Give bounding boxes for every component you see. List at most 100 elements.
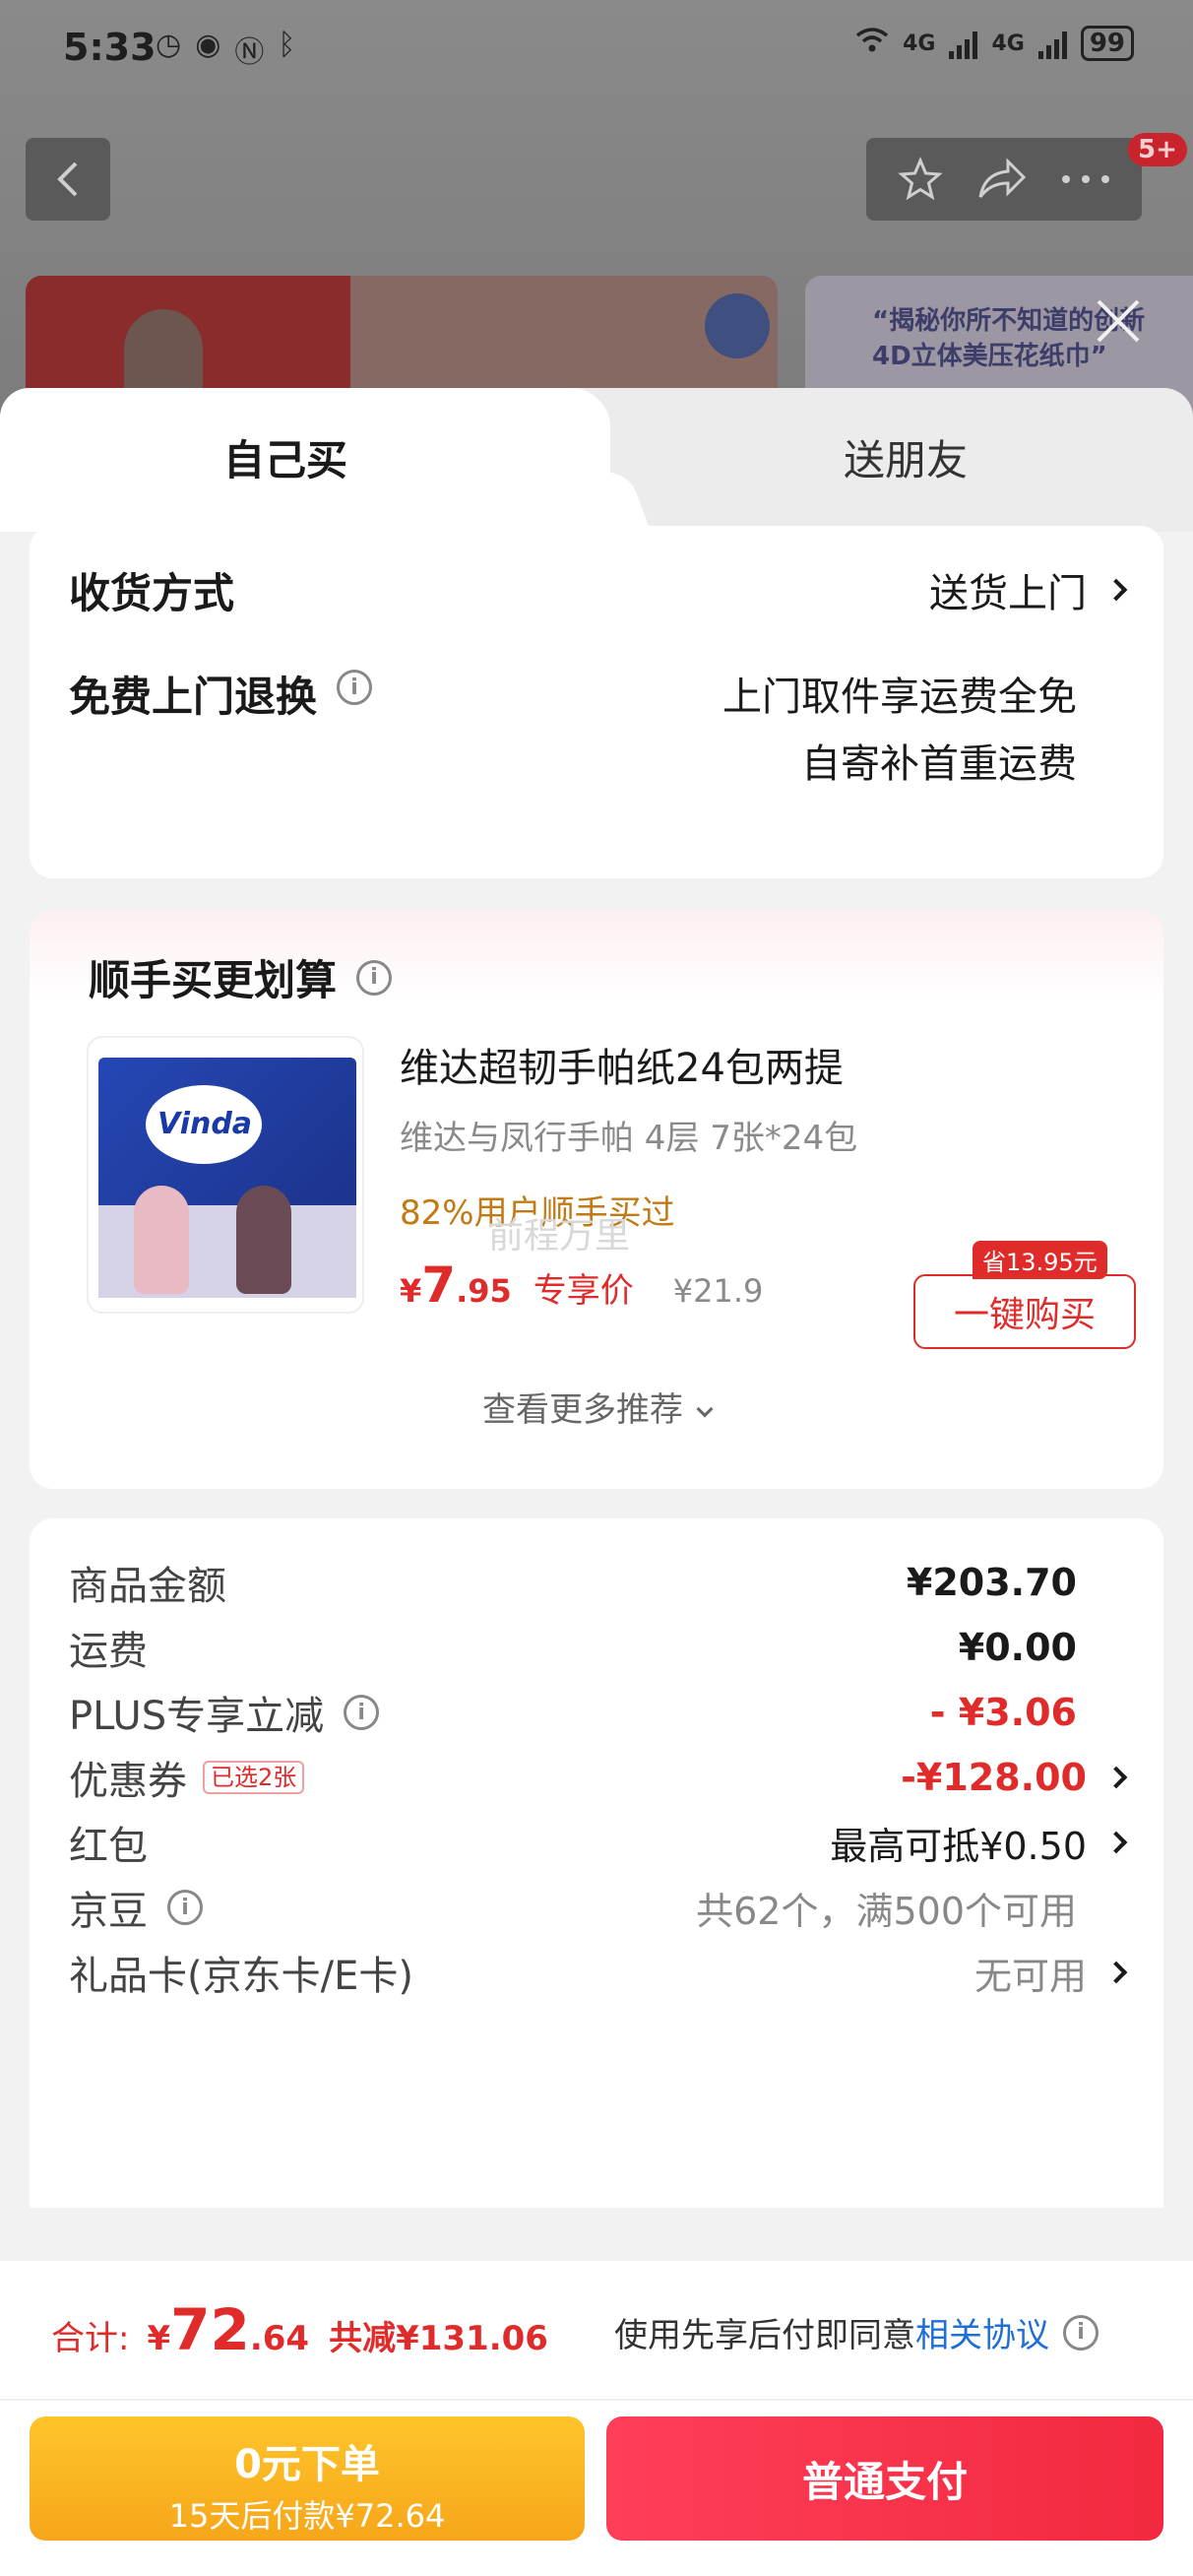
- info-icon[interactable]: i: [167, 1890, 203, 1925]
- plus-discount-label: PLUS专享立减: [69, 1694, 325, 1739]
- price-tag: 专享价: [533, 1271, 634, 1311]
- pay-later-title: 0元下单: [234, 2442, 380, 2487]
- coupon-selected-tag: 已选2张: [203, 1761, 305, 1794]
- upsell-title: 顺手买更划算: [89, 956, 338, 1004]
- pay-later-subtitle: 15天后付款¥72.64: [168, 2497, 446, 2535]
- watermark: 前程万里: [488, 1216, 631, 1256]
- fee-row-goods: 商品金额 ¥203.70: [69, 1548, 1124, 1617]
- fee-row-redpacket[interactable]: 红包 最高可抵¥0.50: [69, 1808, 1128, 1877]
- agreement-text: 使用先享后付即同意 相关协议 i: [614, 2308, 1099, 2356]
- price-integer: 7: [421, 1256, 457, 1314]
- info-icon[interactable]: i: [344, 1695, 380, 1730]
- product-name[interactable]: 维达超韧手帕纸24包两提: [400, 1036, 844, 1093]
- close-icon[interactable]: [1091, 293, 1146, 349]
- plus-discount-value: - ¥3.06: [929, 1691, 1077, 1734]
- upsell-title-row: 顺手买更划算 i: [89, 947, 393, 1007]
- total-label: 合计:: [51, 2319, 130, 2358]
- network-type-1: 4G: [903, 31, 936, 56]
- free-return-label: 免费上门退换: [69, 673, 318, 721]
- tab-send-friend-label: 送朋友: [843, 436, 968, 484]
- fee-row-shipping: 运费 ¥0.00: [69, 1613, 1124, 1682]
- shipping-value: ¥0.00: [958, 1626, 1077, 1669]
- more-recommendations-label: 查看更多推荐: [482, 1390, 683, 1430]
- chevron-left-icon: [57, 161, 78, 197]
- free-return-row: 免费上门退换 i 上门取件享运费全免 自寄补首重运费: [69, 664, 1124, 787]
- signal-icon-2: [1037, 28, 1067, 59]
- goods-amount-value: ¥203.70: [906, 1561, 1077, 1604]
- battery-indicator: 99: [1080, 26, 1134, 61]
- delivery-method-value: 送货上门: [929, 571, 1087, 616]
- header-actions: [866, 138, 1142, 221]
- checkout-bar: 合计: ¥ 72 .64 共减¥131.06 使用先享后付即同意 相关协议 i …: [0, 2261, 1193, 2576]
- redpacket-value: 最高可抵¥0.50: [830, 1824, 1087, 1868]
- price-currency: ¥: [400, 1272, 422, 1310]
- goods-amount-label: 商品金额: [69, 1564, 226, 1609]
- back-button[interactable]: [26, 138, 110, 221]
- product-price: ¥ 7 .95 专享价 ¥21.9: [400, 1256, 763, 1314]
- total-currency: ¥: [147, 2319, 171, 2358]
- delivery-method-label: 收货方式: [69, 568, 235, 617]
- network-type-2: 4G: [991, 31, 1025, 56]
- product-image[interactable]: Vinda: [87, 1036, 364, 1314]
- brand-logo: Vinda: [157, 1107, 253, 1141]
- one-click-buy-button[interactable]: 一键购买: [913, 1274, 1136, 1349]
- chevron-right-icon: [1104, 1961, 1128, 1984]
- more-icon[interactable]: [1060, 173, 1111, 185]
- product-spec: 维达与凤行手帕 4层 7张*24包: [400, 1119, 858, 1158]
- upsell-card: 顺手买更划算 i Vinda 维达超韧手帕纸24包两提 维达与凤行手帕 4层 7…: [30, 910, 1163, 1489]
- total-saved: 共减¥131.06: [329, 2319, 548, 2358]
- free-return-line1: 上门取件享运费全免: [722, 675, 1077, 720]
- save-badge: 省13.95元: [973, 1241, 1107, 1279]
- chevron-right-icon: [1104, 1766, 1128, 1789]
- info-icon[interactable]: i: [356, 959, 393, 996]
- tab-send-friend[interactable]: 送朋友: [610, 388, 1193, 532]
- cart-badge: 5+: [1128, 133, 1187, 166]
- price-decimal: .95: [456, 1272, 512, 1310]
- divider: [0, 2399, 1193, 2401]
- checkout-sheet: 送朋友 自己买 收货方式 送货上门 免费上门退换 i 上门取件享运费全免 自寄补…: [0, 388, 1193, 2576]
- tab-buy-self[interactable]: 自己买: [0, 388, 610, 532]
- more-recommendations-link[interactable]: 查看更多推荐: [30, 1383, 1163, 1431]
- pay-later-button[interactable]: 0元下单 15天后付款¥72.64: [30, 2416, 585, 2541]
- delivery-method-row[interactable]: 收货方式 送货上门: [69, 555, 1128, 624]
- total-summary: 合计: ¥ 72 .64 共减¥131.06: [51, 2296, 548, 2363]
- jingdou-label: 京豆: [69, 1889, 148, 1934]
- fee-row-plus: PLUS专享立减 i - ¥3.06: [69, 1678, 1124, 1747]
- agreement-label: 使用先享后付即同意: [614, 2316, 915, 2355]
- eye-icon: ◉: [195, 28, 221, 62]
- original-price: ¥21.9: [672, 1272, 764, 1310]
- delivery-card: 收货方式 送货上门 免费上门退换 i 上门取件享运费全免 自寄补首重运费: [30, 526, 1163, 878]
- status-time: 5:33: [63, 26, 157, 69]
- agreement-link[interactable]: 相关协议: [915, 2308, 1049, 2356]
- fee-row-coupon[interactable]: 优惠券 已选2张 -¥128.00: [69, 1743, 1128, 1812]
- status-bar: 5:33 ◷ ◉ Ⓝ ᛒ 4G 4G 99: [0, 0, 1193, 98]
- status-icons: ◷ ◉ Ⓝ ᛒ: [156, 28, 295, 71]
- status-right: 4G 4G 99: [855, 26, 1134, 61]
- wifi-icon: [855, 27, 889, 60]
- tab-buy-self-label: 自己买: [222, 436, 347, 484]
- fee-row-giftcard[interactable]: 礼品卡(京东卡/E卡) 无可用: [69, 1938, 1128, 2007]
- free-return-line2: 自寄补首重运费: [801, 741, 1077, 787]
- coupon-value: -¥128.00: [901, 1756, 1087, 1799]
- info-icon[interactable]: i: [1063, 2314, 1099, 2351]
- giftcard-label: 礼品卡(京东卡/E卡): [69, 1954, 413, 1999]
- coupon-label: 优惠券: [69, 1759, 187, 1804]
- signal-icon-1: [949, 28, 978, 59]
- share-icon[interactable]: [976, 158, 1028, 201]
- giftcard-value: 无可用: [973, 1954, 1087, 1998]
- total-integer: 72: [170, 2296, 250, 2363]
- chevron-right-icon: [1104, 1831, 1128, 1854]
- sync-icon: ◷: [156, 28, 182, 62]
- chevron-right-icon: [1104, 578, 1128, 602]
- shipping-label: 运费: [69, 1629, 148, 1674]
- jingdou-value: 共62个，满500个可用: [696, 1889, 1077, 1933]
- redpacket-label: 红包: [69, 1824, 148, 1869]
- info-icon[interactable]: i: [337, 670, 373, 705]
- fees-card: 商品金额 ¥203.70 运费 ¥0.00 PLUS专享立减 i - ¥3.06 …: [30, 1518, 1163, 2208]
- fee-row-jingdou: 京豆 i 共62个，满500个可用: [69, 1873, 1124, 1942]
- bluetooth-icon: ᛒ: [278, 28, 296, 62]
- normal-pay-button[interactable]: 普通支付: [606, 2416, 1163, 2541]
- nfc-icon: Ⓝ: [234, 35, 265, 70]
- chevron-down-icon: [696, 1400, 714, 1418]
- star-icon[interactable]: [897, 156, 944, 203]
